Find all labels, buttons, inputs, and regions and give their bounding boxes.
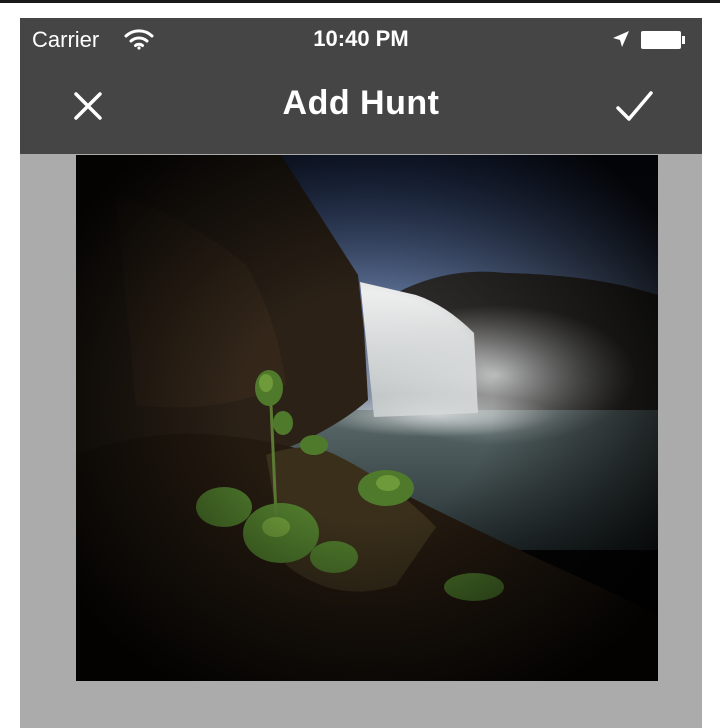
- battery-icon: [641, 31, 685, 49]
- top-border: [0, 0, 720, 3]
- app-screen: Carrier 10:40 PM Add Hunt: [20, 18, 702, 728]
- location-arrow-icon: [613, 31, 629, 47]
- checkmark-icon[interactable]: [614, 86, 654, 126]
- page-title: Add Hunt: [282, 84, 440, 122]
- navigation-bar: Add Hunt: [20, 62, 702, 154]
- waterfall-image: [76, 155, 658, 681]
- hunt-photo[interactable]: [76, 155, 658, 681]
- status-bar: Carrier 10:40 PM: [20, 18, 702, 62]
- status-time: 10:40 PM: [313, 26, 409, 51]
